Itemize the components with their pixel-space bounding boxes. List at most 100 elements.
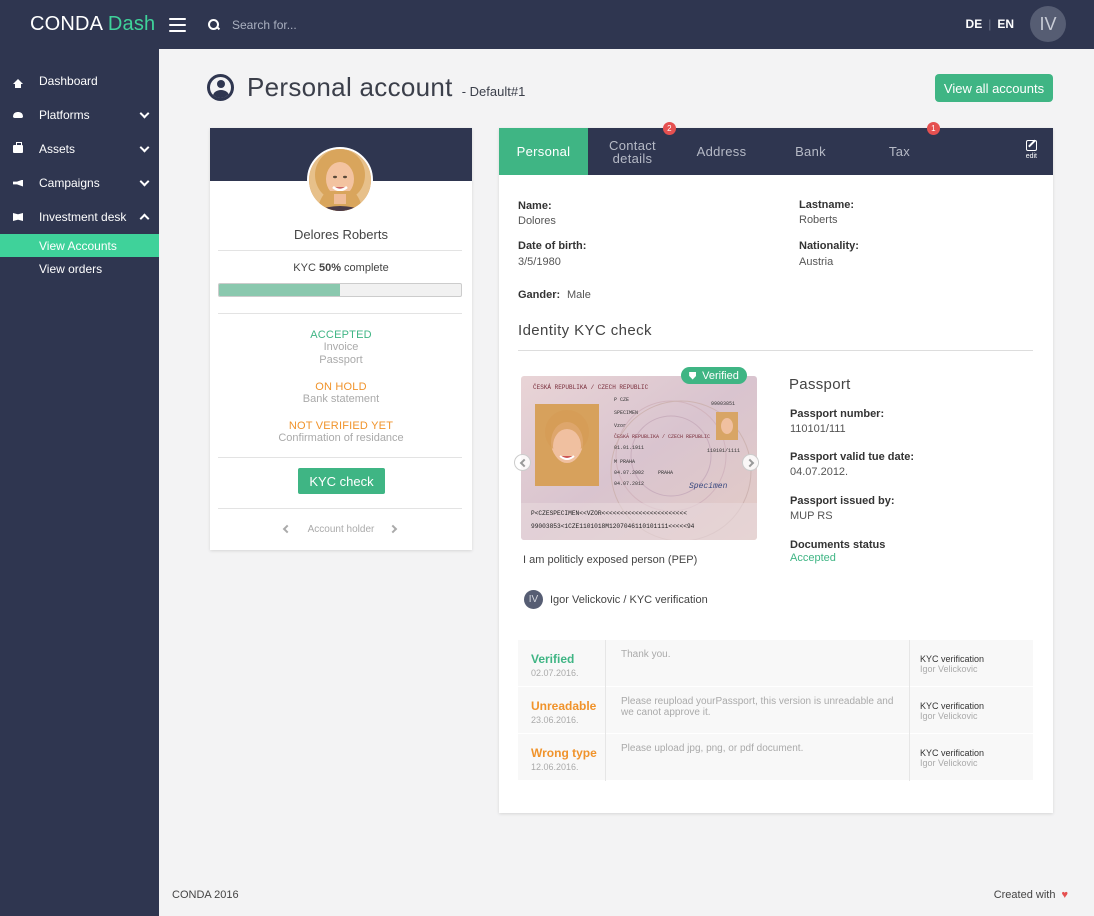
passport-issue-place: PRAHA xyxy=(658,470,673,476)
passport-issue-date: 04.07.2002 xyxy=(614,470,644,476)
shield-icon xyxy=(689,371,697,380)
table-row: Wrong type 12.06.2016. Please upload jpg… xyxy=(518,734,1033,781)
history-type: KYC verification xyxy=(920,748,985,758)
passport-mrz-line-1: P<CZESPECIMEN<<VZOR<<<<<<<<<<<<<<<<<<<<<… xyxy=(531,510,687,517)
chevron-down-icon xyxy=(139,142,150,153)
sidebar-item-platforms[interactable]: Platforms xyxy=(0,98,159,132)
sidebar-item-assets[interactable]: Assets xyxy=(0,132,159,166)
kyc-progress-bar xyxy=(218,283,462,297)
verified-label: Verified xyxy=(702,369,739,382)
status-not-verified: NOT VERIFIED YET Confirmation of residan… xyxy=(210,420,472,445)
passport-number-label: Passport number: xyxy=(790,408,885,420)
verifier-info: IV Igor Velickovic / KYC verification xyxy=(524,590,708,609)
footer-copyright: CONDA 2016 xyxy=(172,889,239,901)
kyc-check-button[interactable]: KYC check xyxy=(298,468,385,494)
passport-valid-label: Passport valid tue date: xyxy=(790,451,915,463)
tab-bank[interactable]: Bank xyxy=(766,128,855,175)
tab-tax[interactable]: Tax 1 xyxy=(855,122,944,175)
history-by: Igor Velickovic xyxy=(920,664,978,674)
sidebar-item-label: Dashboard xyxy=(39,74,98,88)
brand-name: CONDA xyxy=(30,13,103,35)
divider xyxy=(218,313,462,314)
tab-label: Contact details xyxy=(609,137,656,166)
passport-mrz-line-2: 99003853<1CZE1101018M1207046110101111<<<… xyxy=(531,523,695,530)
next-image-arrow[interactable] xyxy=(742,454,759,471)
heart-icon: ♥ xyxy=(1061,889,1068,901)
footer-credit-text: Created with xyxy=(993,889,1056,901)
chevron-up-icon xyxy=(139,213,150,224)
pep-statement: I am politicly exposed person (PEP) xyxy=(523,554,698,566)
sidebar-item-campaigns[interactable]: Campaigns xyxy=(0,166,159,200)
edit-icon xyxy=(1025,140,1037,151)
tab-label: Tax xyxy=(888,144,911,159)
user-circle-icon xyxy=(207,74,234,101)
briefcase-icon xyxy=(12,142,24,154)
history-date: 02.07.2016. xyxy=(531,668,579,678)
page-subtitle: - Default#1 xyxy=(461,84,526,99)
status-on-hold: ON HOLD Bank statement xyxy=(210,381,472,406)
gender-label: Gander: xyxy=(518,289,561,301)
tab-contact-details[interactable]: Contact details 2 xyxy=(588,122,677,175)
tab-personal[interactable]: Personal xyxy=(499,128,588,175)
passport-image[interactable]: ČESKÁ REPUBLIKA / CZECH REPUBLIC P CZE 9… xyxy=(521,376,757,540)
chevron-down-icon xyxy=(139,176,150,187)
history-message: Please upload jpg, png, or pdf document. xyxy=(621,743,804,754)
verifier-avatar: IV xyxy=(524,590,543,609)
sidebar-item-dashboard[interactable]: Dashboard xyxy=(0,64,159,98)
passport-issued-value: MUP RS xyxy=(790,510,833,522)
sidebar-item-label: Campaigns xyxy=(39,176,100,190)
passport-expiry: 04.07.2012 xyxy=(614,481,644,487)
profile-card: Delores Roberts KYC 50% complete ACCEPTE… xyxy=(210,128,472,550)
passport-title: Passport xyxy=(789,376,851,393)
home-icon xyxy=(12,76,24,88)
status-doc: Passport xyxy=(319,354,363,366)
profile-name: Delores Roberts xyxy=(294,227,388,242)
history-date: 23.06.2016. xyxy=(531,715,579,725)
lastname-value: Roberts xyxy=(799,214,838,226)
passport-sex-place: M PRAHA xyxy=(614,459,635,465)
sidebar-item-investment-desk[interactable]: Investment desk xyxy=(0,200,159,234)
divider xyxy=(218,250,462,251)
history-status: Unreadable xyxy=(531,699,597,713)
status-doc: Bank statement xyxy=(302,393,380,405)
divider xyxy=(518,350,1033,351)
brand-logo[interactable]: CONDA Dash xyxy=(0,13,159,36)
dob-value: 3/5/1980 xyxy=(518,256,561,268)
user-avatar[interactable]: IV xyxy=(1030,6,1066,42)
table-row: Unreadable 23.06.2016. Please reupload y… xyxy=(518,687,1033,734)
page-title: Personal account xyxy=(247,72,453,102)
view-all-accounts-button[interactable]: View all accounts xyxy=(935,74,1053,102)
verification-history: Verified 02.07.2016. Thank you. KYC veri… xyxy=(518,640,1033,781)
search-input[interactable] xyxy=(232,17,432,32)
lang-en[interactable]: EN xyxy=(997,17,1014,31)
passport-issued-label: Passport issued by: xyxy=(790,495,895,507)
lang-de[interactable]: DE xyxy=(966,17,983,31)
passport-surname: SPECIMEN xyxy=(614,410,638,416)
sidebar-subitem-view-orders[interactable]: View orders xyxy=(0,257,159,280)
sidebar-item-label: Platforms xyxy=(39,108,90,122)
sidebar-subitem-view-accounts[interactable]: View Accounts xyxy=(0,234,159,257)
account-holder-pager: Account holder xyxy=(307,524,375,535)
status-accepted: ACCEPTED Invoice Passport xyxy=(210,329,472,367)
edit-button[interactable]: edit xyxy=(1026,140,1037,160)
search-icon[interactable] xyxy=(208,18,220,31)
prev-image-arrow[interactable] xyxy=(514,454,531,471)
page-header: Personal account - Default#1 xyxy=(207,72,525,103)
status-title: NOT VERIFIED YET xyxy=(288,420,394,432)
footer-credit: Created with ♥ xyxy=(994,889,1068,901)
passport-number-value: 110101/111 xyxy=(790,423,846,435)
nationality-value: Austria xyxy=(799,256,834,268)
status-title: ON HOLD xyxy=(315,381,367,393)
nationality-label: Nationality: xyxy=(799,240,859,252)
history-type: KYC verification xyxy=(920,654,985,664)
history-type: KYC verification xyxy=(920,701,985,711)
book-icon xyxy=(12,212,24,222)
tab-label: Address xyxy=(696,144,747,159)
name-label: Name: xyxy=(518,200,552,212)
kyc-progress-fill xyxy=(219,284,340,296)
language-switch: DE | EN xyxy=(966,17,1014,31)
menu-icon[interactable] xyxy=(169,17,186,32)
tab-bar: Personal Contact details 2 Address Bank T… xyxy=(499,122,1053,175)
tab-address[interactable]: Address xyxy=(677,128,766,175)
profile-photo xyxy=(307,147,373,213)
